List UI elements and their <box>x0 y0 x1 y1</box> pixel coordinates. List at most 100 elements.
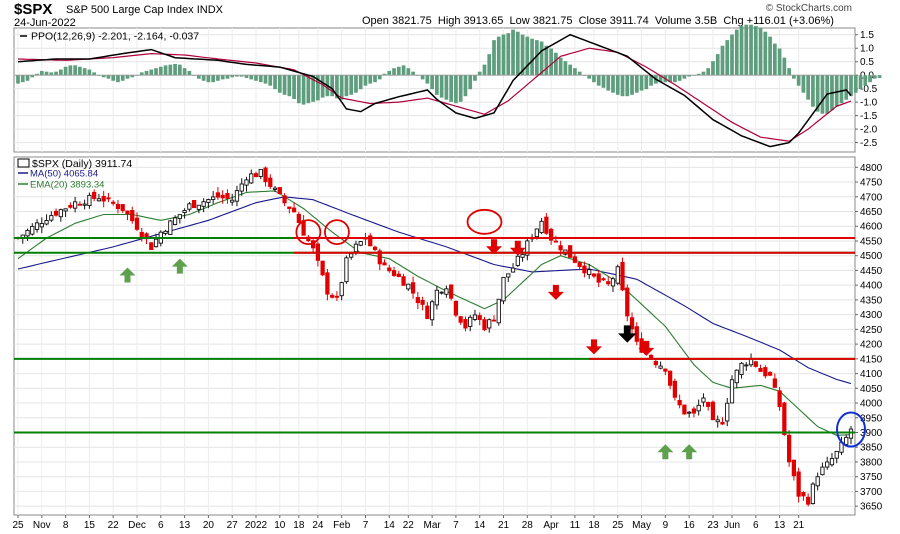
candle-body <box>282 195 287 204</box>
ppo-histogram-bar <box>539 41 544 76</box>
ppo-tick-label: -2.5 <box>860 138 878 149</box>
ppo-tick-label: 0.5 <box>860 57 874 68</box>
candle-body <box>444 288 449 295</box>
x-tick-label: 7 <box>453 520 459 531</box>
ppo-histogram-bar <box>368 75 373 84</box>
candle-body <box>72 201 78 209</box>
ppo-histogram-bar <box>625 75 630 97</box>
ppo-histogram-bar <box>144 70 149 76</box>
ppo-histogram-bar <box>435 75 439 95</box>
ppo-histogram-bar <box>363 75 368 86</box>
ppo-histogram-bar <box>149 69 154 76</box>
candle-body <box>682 404 687 415</box>
ppo-histogram-bar <box>158 66 163 76</box>
candle-body <box>82 203 87 206</box>
ppo-histogram-bar <box>454 75 458 104</box>
ppo-histogram-bar <box>320 75 325 98</box>
ppo-histogram-bar <box>549 48 553 76</box>
candle-body <box>191 200 197 209</box>
candle-body <box>539 220 544 234</box>
ppo-histogram-bar <box>201 75 206 81</box>
ppo-histogram-bar <box>301 75 306 105</box>
candle-body <box>449 284 454 299</box>
candle-body <box>515 255 520 266</box>
candle-body <box>25 229 30 237</box>
price-tick-label: 4750 <box>860 178 883 189</box>
ppo-histogram-bar <box>49 72 54 76</box>
candle-body <box>406 283 411 290</box>
x-tick-label: 11 <box>570 520 581 531</box>
x-tick-label: Nov <box>33 520 51 531</box>
x-tick-label: 7 <box>363 520 369 531</box>
candle-body <box>49 215 54 221</box>
candle-body <box>786 434 792 463</box>
candle-body <box>182 209 187 213</box>
candle-body <box>491 319 497 322</box>
ppo-histogram-bar <box>44 71 49 76</box>
ppo-tick-label: -1.0 <box>860 98 878 109</box>
ppo-histogram-bar <box>225 75 230 79</box>
candle-body <box>625 287 630 317</box>
price-tick-label: 4500 <box>860 251 883 262</box>
ppo-histogram-bar <box>273 75 277 90</box>
ppo-histogram-bar <box>644 75 649 90</box>
candle-body <box>196 204 202 210</box>
candle-body <box>610 278 616 287</box>
candle-body <box>691 408 697 414</box>
chart-svg: 1.51.00.50.0-0.5-1.0-1.5-2.0-2.548004750… <box>12 24 883 531</box>
candle-body <box>577 262 582 268</box>
candle-body <box>396 273 401 278</box>
ppo-histogram-bar <box>515 31 520 76</box>
price-tick-label: 4800 <box>860 163 883 174</box>
candle-body <box>815 476 820 487</box>
price-tick-label: 4700 <box>860 192 883 203</box>
candle-body <box>758 368 763 372</box>
ppo-histogram-bar <box>839 75 844 104</box>
ppo-histogram-bar <box>78 66 82 76</box>
candle-body <box>820 466 825 476</box>
candle-body <box>791 459 797 477</box>
candle-body <box>87 194 92 207</box>
ppo-histogram-bar <box>558 57 563 76</box>
ppo-histogram-bar <box>763 31 768 76</box>
ppo-histogram-bar <box>868 75 872 83</box>
candle-body <box>720 421 725 425</box>
ppo-histogram-bar <box>396 66 401 76</box>
candle-body <box>629 317 635 330</box>
x-tick-label: 27 <box>227 520 239 531</box>
price-tick-label: 3650 <box>860 502 883 513</box>
ppo-histogram-bar <box>511 29 515 76</box>
candle-body <box>434 289 440 306</box>
ppo-histogram-bar <box>577 71 582 76</box>
candle-body <box>353 243 359 253</box>
price-tick-label: 4150 <box>860 354 883 365</box>
ppo-histogram-bar <box>277 75 282 93</box>
x-tick-label: 6 <box>753 520 759 531</box>
candle-body <box>172 217 178 226</box>
candle-body <box>739 362 744 376</box>
ppo-histogram-bar <box>796 75 801 86</box>
candle-body <box>320 260 325 276</box>
candle-body <box>425 305 430 320</box>
candle-body <box>149 242 154 251</box>
x-tick-label: 21 <box>498 520 510 531</box>
candle-body <box>249 173 254 184</box>
candle-body <box>672 380 678 398</box>
candle-body <box>658 365 663 369</box>
candle-body <box>349 253 354 258</box>
candle-body <box>234 190 240 202</box>
ppo-histogram-bar <box>339 75 344 100</box>
candle-body <box>706 401 711 407</box>
ppo-histogram-bar <box>506 33 511 76</box>
ppo-histogram-bar <box>87 69 92 76</box>
ppo-histogram-bar <box>387 70 392 76</box>
candle-body <box>30 225 35 235</box>
ppo-histogram-bar <box>139 72 144 76</box>
price-tick-label: 4650 <box>860 207 883 218</box>
candle-body <box>120 204 125 211</box>
candle-body <box>44 220 49 225</box>
price-tick-label: 4050 <box>860 384 883 395</box>
ppo-histogram-bar <box>806 75 811 100</box>
ppo-histogram-bar <box>458 75 463 102</box>
ppo-histogram-bar <box>216 75 220 81</box>
